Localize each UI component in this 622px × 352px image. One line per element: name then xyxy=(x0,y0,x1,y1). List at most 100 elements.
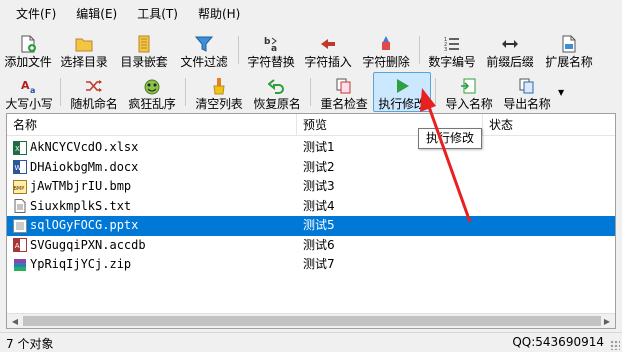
eraser-icon xyxy=(382,36,390,50)
menu-tools[interactable]: 工具(T) xyxy=(127,3,188,25)
clear-list-button[interactable]: 清空列表 xyxy=(190,72,248,112)
horizontal-scrollbar[interactable]: ◀ ▶ xyxy=(7,313,615,328)
folder-icon xyxy=(75,38,93,52)
list-item[interactable]: YpRiqIjYCj.zip 测试7 xyxy=(7,255,615,275)
menu-edit[interactable]: 编辑(E) xyxy=(66,3,127,25)
svg-text:W: W xyxy=(15,164,22,172)
file-name-cell: SiuxkmplkS.txt xyxy=(13,197,131,217)
replace-icon: ba xyxy=(264,37,277,53)
list-item[interactable]: BMP jAwTMbjrIU.bmp 测试3 xyxy=(7,177,615,197)
file-name-text: YpRiqIjYCj.zip xyxy=(30,257,132,271)
export-names-label: 导出名称 xyxy=(503,97,551,111)
add-file-icon xyxy=(21,35,36,53)
filter-label: 文件过滤 xyxy=(180,55,228,69)
scroll-left-icon[interactable]: ◀ xyxy=(8,315,22,328)
preview-cell: 测试5 xyxy=(303,218,335,232)
toolbar-separator xyxy=(435,78,436,106)
restore-name-button[interactable]: 恢复原名 xyxy=(248,72,306,112)
file-name-cell: X AkNCYCVcdO.xlsx xyxy=(13,138,138,158)
delete-chars-button[interactable]: 字符删除 xyxy=(357,30,415,70)
toolbar-separator xyxy=(419,36,420,64)
duplicate-check-button[interactable]: 重名检查 xyxy=(315,72,373,112)
select-folder-button[interactable]: 选择目录 xyxy=(54,30,114,70)
replace-chars-button[interactable]: ba 字符替换 xyxy=(243,30,299,70)
file-name-text: SVGugqiPXN.accdb xyxy=(30,237,146,252)
resize-grip-icon[interactable] xyxy=(610,340,620,350)
menu-file[interactable]: 文件(F) xyxy=(6,3,66,25)
export-names-button[interactable]: 导出名称 xyxy=(498,72,556,112)
file-name-text: sqlOGyFOCG.pptx xyxy=(30,218,139,232)
svg-text:A: A xyxy=(15,242,20,250)
extension-label: 扩展名称 xyxy=(545,55,593,69)
zip-file-icon xyxy=(13,258,27,272)
duplicate-check-label: 重名检查 xyxy=(320,97,368,111)
svg-text:X: X xyxy=(15,145,20,153)
list-item[interactable]: SiuxkmplkS.txt 测试4 xyxy=(7,197,615,217)
column-header-name[interactable]: 名称 xyxy=(7,114,297,136)
numbered-list-icon: 123 xyxy=(444,37,459,53)
nested-folder-icon xyxy=(138,35,150,53)
clear-list-label: 清空列表 xyxy=(195,97,243,111)
scroll-right-icon[interactable]: ▶ xyxy=(600,315,614,328)
list-item[interactable]: W DHAiokbgMm.docx 测试2 xyxy=(7,158,615,178)
numbering-button[interactable]: 123 数字编号 xyxy=(424,30,480,70)
insert-chars-button[interactable]: 字符插入 xyxy=(299,30,357,70)
import-names-button[interactable]: 导入名称 xyxy=(440,72,498,112)
scrollbar-thumb[interactable] xyxy=(23,316,601,326)
nested-folder-button[interactable]: 目录嵌套 xyxy=(114,30,174,70)
select-folder-label: 选择目录 xyxy=(60,55,108,69)
preview-cell: 测试2 xyxy=(303,159,335,174)
numbering-label: 数字编号 xyxy=(428,55,476,69)
filter-button[interactable]: 文件过滤 xyxy=(174,30,234,70)
random-name-button[interactable]: 随机命名 xyxy=(65,72,123,112)
svg-text:a: a xyxy=(271,44,277,53)
case-label: 大写小写 xyxy=(5,97,53,111)
list-item[interactable]: sqlOGyFOCG.pptx 测试5 xyxy=(7,216,615,236)
svg-text:BMP: BMP xyxy=(14,186,25,192)
arrows-horizontal-icon xyxy=(502,40,518,48)
file-list[interactable]: 名称 预览 状态 X AkNCYCVcdO.xlsx 测试1 W DHAiokbgMm.… xyxy=(6,113,616,329)
restore-name-label: 恢复原名 xyxy=(253,97,301,111)
toolbar-separator xyxy=(238,36,239,64)
play-icon xyxy=(397,79,409,93)
add-file-button[interactable]: 添加文件 xyxy=(2,30,54,70)
file-name-text: AkNCYCVcdO.xlsx xyxy=(30,140,139,154)
delete-chars-label: 字符删除 xyxy=(362,55,410,69)
execute-button[interactable]: 执行修改 xyxy=(373,72,431,112)
preview-cell: 测试4 xyxy=(303,198,335,213)
duplicate-icon xyxy=(336,78,351,94)
file-name-cell: BMP jAwTMbjrIU.bmp xyxy=(13,177,131,197)
extension-button[interactable]: 扩展名称 xyxy=(540,30,598,70)
prefix-suffix-button[interactable]: 前缀后缀 xyxy=(480,30,540,70)
file-name-cell: A SVGugqiPXN.accdb xyxy=(13,236,146,256)
svg-text:b: b xyxy=(264,37,271,47)
file-name-cell: sqlOGyFOCG.pptx xyxy=(13,216,138,236)
svg-text:a: a xyxy=(30,86,35,95)
file-name-text: DHAiokbgMm.docx xyxy=(30,159,139,174)
toolbar-row-1: 添加文件 选择目录 目录嵌套 文件过滤 ba 字符替换 字符插入 字符删除 12… xyxy=(0,30,622,70)
toolbar-separator xyxy=(310,78,311,106)
svg-text:A: A xyxy=(21,79,30,92)
case-button[interactable]: Aa 大写小写 xyxy=(2,72,56,112)
toolbar-row-2: Aa 大写小写 随机命名 疯狂乱序 清空列表 恢复原名 重名检查 执行修改 导入… xyxy=(0,72,622,112)
export-icon xyxy=(519,78,534,94)
preview-cell: 测试7 xyxy=(303,257,335,271)
crazy-shuffle-button[interactable]: 疯狂乱序 xyxy=(123,72,181,112)
menu-bar: 文件(F) 编辑(E) 工具(T) 帮助(H) xyxy=(0,0,622,28)
execute-label: 执行修改 xyxy=(378,97,426,111)
list-header: 名称 预览 状态 xyxy=(7,114,615,136)
filter-icon xyxy=(195,36,213,52)
case-icon: Aa xyxy=(21,79,35,95)
nested-folder-label: 目录嵌套 xyxy=(120,55,168,69)
ppt-file-icon xyxy=(13,218,27,233)
import-names-label: 导入名称 xyxy=(445,97,493,111)
svg-text:3: 3 xyxy=(444,47,447,53)
column-header-status[interactable]: 状态 xyxy=(483,114,617,136)
list-item[interactable]: X AkNCYCVcdO.xlsx 测试1 xyxy=(7,138,615,158)
preview-cell: 测试1 xyxy=(303,140,335,154)
text-file-icon xyxy=(13,199,27,214)
list-item[interactable]: A SVGugqiPXN.accdb 测试6 xyxy=(7,236,615,256)
crazy-shuffle-label: 疯狂乱序 xyxy=(128,97,176,111)
export-dropdown-icon[interactable]: ▼ xyxy=(558,88,564,97)
menu-help[interactable]: 帮助(H) xyxy=(188,3,250,25)
